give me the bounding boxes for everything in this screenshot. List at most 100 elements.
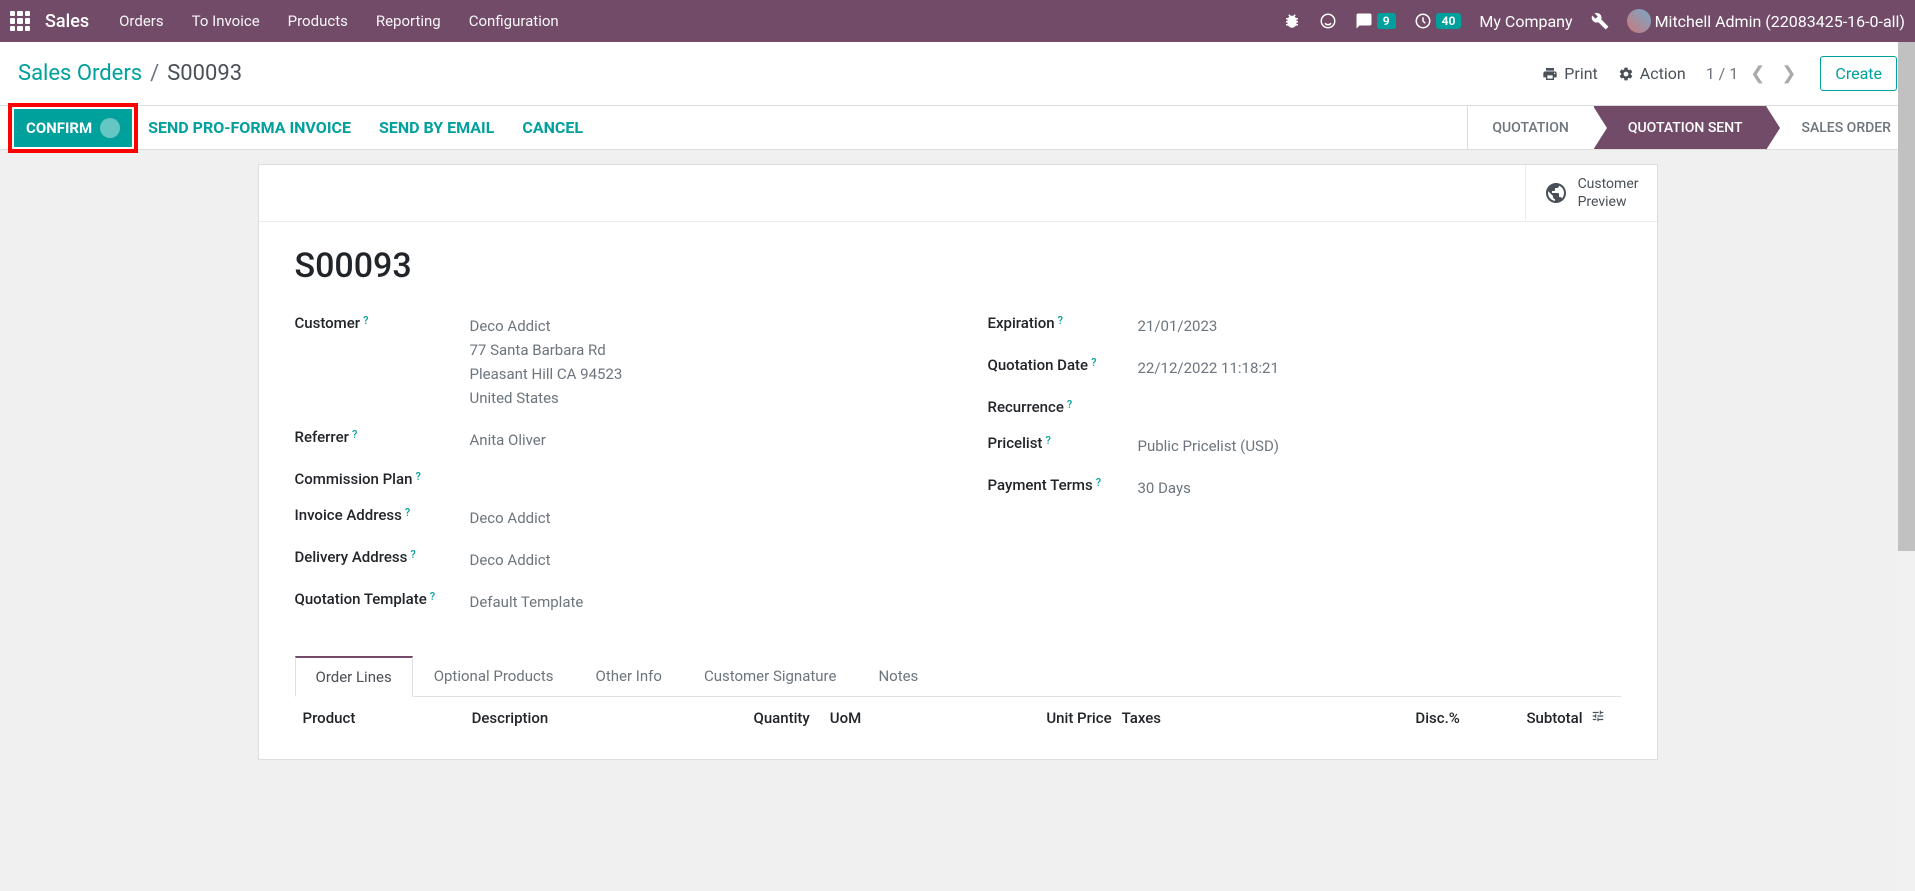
help-icon[interactable]: ? — [352, 428, 357, 441]
quote-date-value[interactable]: 22/12/2022 11:18:21 — [1138, 356, 1279, 380]
delivery-addr-label: Delivery Address — [295, 548, 408, 566]
nav-menu: Orders To Invoice Products Reporting Con… — [119, 12, 559, 30]
action-button[interactable]: Action — [1618, 64, 1686, 83]
top-nav: Sales Orders To Invoice Products Reporti… — [0, 0, 1915, 42]
th-subtotal[interactable]: Subtotal — [1470, 709, 1583, 727]
customer-value[interactable]: Deco Addict 77 Santa Barbara Rd Pleasant… — [470, 314, 623, 410]
help-icon[interactable]: ? — [1058, 314, 1063, 327]
user-menu[interactable]: Mitchell Admin (22083425-16-0-all) — [1627, 9, 1905, 33]
breadcrumb-sep: / — [150, 61, 159, 86]
user-name: Mitchell Admin (22083425-16-0-all) — [1655, 12, 1905, 31]
status-bar: QUOTATION QUOTATION SENT SALES ORDER — [1467, 106, 1915, 149]
breadcrumb-parent[interactable]: Sales Orders — [18, 61, 142, 86]
commission-label: Commission Plan — [295, 470, 413, 488]
highlight-box: CONFIRM — [8, 103, 138, 153]
expiration-value[interactable]: 21/01/2023 — [1138, 314, 1218, 338]
bar-right: Print Action 1 / 1 ❮ ❯ Create — [1542, 56, 1897, 91]
status-quotation[interactable]: QUOTATION — [1467, 106, 1593, 149]
breadcrumb-current: S00093 — [167, 61, 242, 86]
button-box: Customer Preview — [259, 165, 1657, 222]
th-disc[interactable]: Disc.% — [1347, 709, 1470, 727]
tab-signature[interactable]: Customer Signature — [683, 656, 858, 697]
print-button[interactable]: Print — [1542, 64, 1597, 83]
company-switcher[interactable]: My Company — [1479, 12, 1572, 31]
invoice-addr-value[interactable]: Deco Addict — [470, 506, 551, 530]
status-sent[interactable]: QUOTATION SENT — [1593, 106, 1767, 149]
template-label: Quotation Template — [295, 590, 427, 608]
th-unit-price[interactable]: Unit Price — [943, 709, 1122, 727]
form-content: S00093 Customer? Deco Addict 77 Santa Ba… — [259, 222, 1657, 759]
customer-preview-button[interactable]: Customer Preview — [1525, 165, 1657, 221]
th-product[interactable]: Product — [303, 709, 472, 727]
columns-toggle-icon[interactable] — [1583, 709, 1613, 727]
pricelist-label: Pricelist — [988, 434, 1043, 452]
apps-icon[interactable] — [10, 11, 30, 31]
referrer-label: Referrer — [295, 428, 349, 446]
tab-optional[interactable]: Optional Products — [413, 656, 575, 697]
support-icon[interactable] — [1319, 12, 1337, 30]
bug-icon[interactable] — [1283, 12, 1301, 30]
th-description[interactable]: Description — [472, 709, 697, 727]
delivery-addr-value[interactable]: Deco Addict — [470, 548, 551, 572]
tab-notes[interactable]: Notes — [857, 656, 939, 697]
help-icon[interactable]: ? — [415, 470, 420, 483]
send-proforma-button[interactable]: SEND PRO-FORMA INVOICE — [148, 118, 351, 137]
cancel-button[interactable]: CANCEL — [522, 118, 583, 137]
globe-icon — [1544, 181, 1568, 205]
nav-reporting[interactable]: Reporting — [376, 12, 441, 30]
help-icon[interactable]: ? — [430, 590, 435, 603]
help-icon[interactable]: ? — [1067, 398, 1072, 411]
tab-order-lines[interactable]: Order Lines — [295, 656, 413, 697]
activities-badge: 40 — [1436, 13, 1462, 29]
pricelist-value[interactable]: Public Pricelist (USD) — [1138, 434, 1280, 458]
help-icon[interactable]: ? — [1091, 356, 1096, 369]
form-columns: Customer? Deco Addict 77 Santa Barbara R… — [295, 314, 1621, 632]
recurrence-label: Recurrence — [988, 398, 1064, 416]
help-icon[interactable]: ? — [410, 548, 415, 561]
status-order[interactable]: SALES ORDER — [1766, 106, 1915, 149]
scrollbar[interactable] — [1898, 42, 1915, 891]
nav-configuration[interactable]: Configuration — [469, 12, 559, 30]
nav-to-invoice[interactable]: To Invoice — [192, 12, 260, 30]
invoice-addr-label: Invoice Address — [295, 506, 402, 524]
user-circle-icon — [100, 118, 120, 138]
help-icon[interactable]: ? — [405, 506, 410, 519]
nav-orders[interactable]: Orders — [119, 12, 164, 30]
pager-text[interactable]: 1 / 1 — [1706, 64, 1739, 83]
help-icon[interactable]: ? — [1096, 476, 1101, 489]
tools-icon[interactable] — [1591, 12, 1609, 30]
expiration-label: Expiration — [988, 314, 1055, 332]
breadcrumb-bar: Sales Orders / S00093 Print Action 1 / 1… — [0, 42, 1915, 106]
activities-icon[interactable]: 40 — [1414, 12, 1462, 30]
scrollbar-thumb[interactable] — [1898, 42, 1915, 551]
content-area: Customer Preview S00093 Customer? Deco A… — [258, 164, 1658, 760]
th-taxes[interactable]: Taxes — [1122, 709, 1347, 727]
terms-label: Payment Terms — [988, 476, 1093, 494]
referrer-value[interactable]: Anita Oliver — [470, 428, 546, 452]
template-value[interactable]: Default Template — [470, 590, 584, 614]
messages-icon[interactable]: 9 — [1355, 12, 1396, 30]
form-col-left: Customer? Deco Addict 77 Santa Barbara R… — [295, 314, 928, 632]
table-header: Product Description Quantity UoM Unit Pr… — [295, 697, 1621, 735]
notebook-tabs: Order Lines Optional Products Other Info… — [295, 656, 1621, 697]
customer-label: Customer — [295, 314, 361, 332]
quote-date-label: Quotation Date — [988, 356, 1089, 374]
th-quantity[interactable]: Quantity — [697, 709, 830, 727]
help-icon[interactable]: ? — [1045, 434, 1050, 447]
help-icon[interactable]: ? — [363, 314, 368, 327]
th-uom[interactable]: UoM — [830, 709, 943, 727]
form-col-right: Expiration? 21/01/2023 Quotation Date? 2… — [988, 314, 1621, 632]
nav-products[interactable]: Products — [288, 12, 348, 30]
create-button[interactable]: Create — [1820, 56, 1897, 91]
tab-other[interactable]: Other Info — [575, 656, 683, 697]
pager: 1 / 1 ❮ ❯ — [1706, 63, 1801, 84]
form-sheet: Customer Preview S00093 Customer? Deco A… — [258, 164, 1658, 760]
nav-right: 9 40 My Company Mitchell Admin (22083425… — [1283, 9, 1905, 33]
confirm-button[interactable]: CONFIRM — [14, 109, 132, 147]
action-bar: CONFIRM SEND PRO-FORMA INVOICE SEND BY E… — [0, 106, 1915, 150]
terms-value[interactable]: 30 Days — [1138, 476, 1191, 500]
nav-brand[interactable]: Sales — [45, 11, 89, 32]
send-email-button[interactable]: SEND BY EMAIL — [379, 118, 494, 137]
pager-next-icon[interactable]: ❯ — [1777, 63, 1800, 84]
pager-prev-icon[interactable]: ❮ — [1746, 63, 1769, 84]
